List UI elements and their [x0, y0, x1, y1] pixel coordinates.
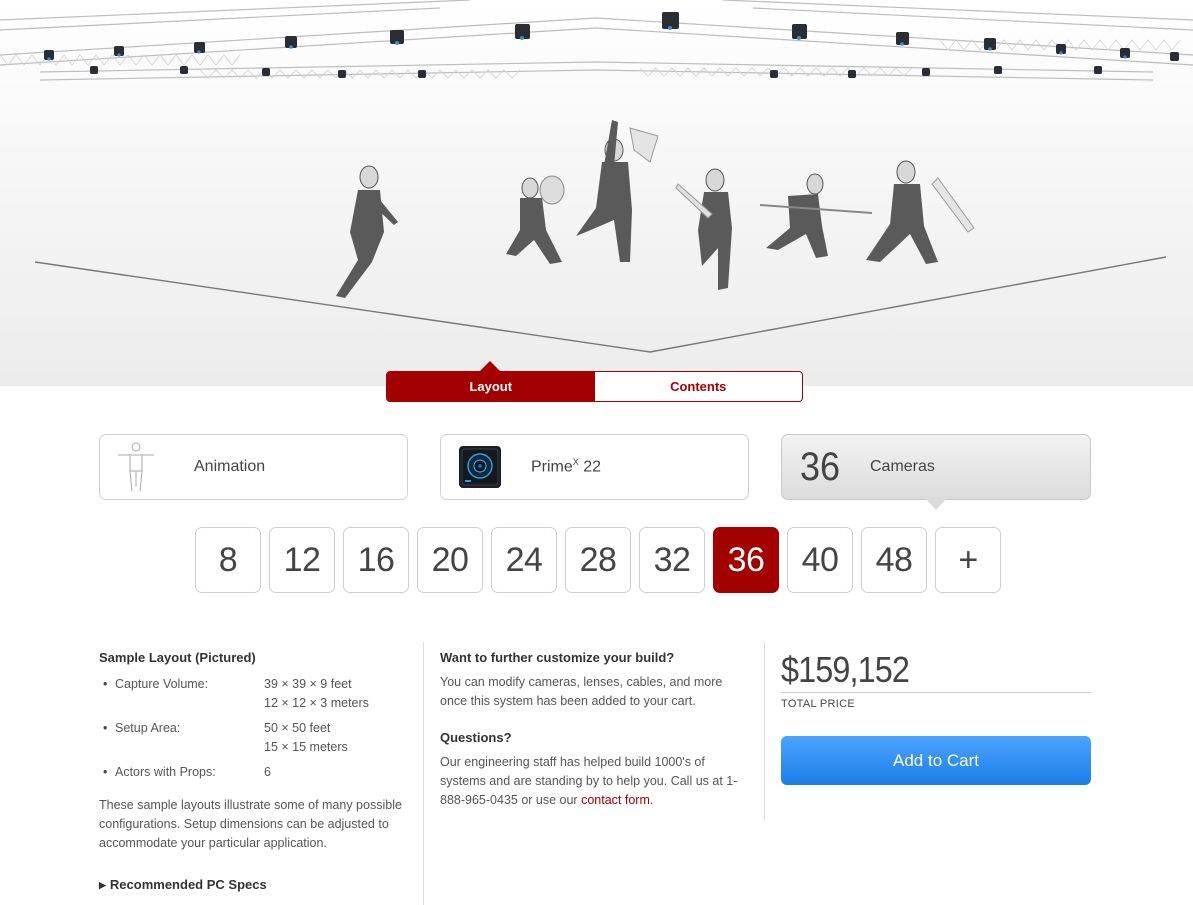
- caret-right-icon: ▶: [99, 880, 106, 890]
- pricing-section: $159,152 TOTAL PRICE Add to Cart: [781, 650, 1091, 785]
- camera-count-option[interactable]: 40: [787, 527, 853, 593]
- customize-title: Want to further customize your build?: [440, 650, 675, 665]
- camera-count-option[interactable]: 16: [343, 527, 409, 593]
- tab-layout[interactable]: Layout: [387, 372, 595, 401]
- primex22-camera-icon: [459, 446, 501, 488]
- count-card-pointer: [926, 499, 946, 510]
- more-cameras-button[interactable]: +: [935, 527, 1001, 593]
- camera-model-label: PrimeX 22: [531, 457, 602, 476]
- camera-count-option[interactable]: 28: [565, 527, 631, 593]
- total-price: $159,152: [781, 649, 910, 690]
- human-figure-icon: [118, 442, 154, 492]
- tab-contents[interactable]: Contents: [595, 372, 803, 401]
- mocap-stage-illustration: [0, 0, 1193, 353]
- total-price-label: TOTAL PRICE: [781, 698, 855, 710]
- bullet: •: [103, 765, 108, 779]
- sample-layout-note: These sample layouts illustrate some of …: [99, 798, 402, 850]
- sample-layout-section: Sample Layout (Pictured) • Capture Volum…: [99, 650, 409, 853]
- camera-count-option[interactable]: 48: [861, 527, 927, 593]
- column-divider: [764, 642, 765, 820]
- camera-count-option[interactable]: 8: [195, 527, 261, 593]
- spec-row: • Actors with Props: 6: [99, 763, 409, 782]
- application-card[interactable]: Animation: [99, 434, 408, 500]
- camera-count-option[interactable]: 36: [713, 527, 779, 593]
- questions-text: Our engineering staff has helped build 1…: [440, 755, 738, 807]
- customize-text: You can modify cameras, lenses, cables, …: [440, 675, 723, 708]
- camera-count-selector: 8 12 16 20 24 28 32 36 40 48 +: [195, 527, 1001, 593]
- application-label: Animation: [194, 458, 266, 475]
- camera-count-option[interactable]: 24: [491, 527, 557, 593]
- spec-row: • Capture Volume: 39 × 39 × 9 feet 12 × 1…: [99, 675, 409, 713]
- spec-key: Actors with Props:: [115, 765, 216, 779]
- camera-model-card[interactable]: PrimeX 22: [440, 434, 749, 500]
- spec-value: 39 × 39 × 9 feet 12 × 12 × 3 meters: [264, 677, 369, 710]
- spec-key: Capture Volume:: [115, 677, 209, 691]
- hero-image: [0, 0, 1193, 386]
- customize-section: Want to further customize your build? Yo…: [440, 650, 750, 810]
- recommended-pc-specs-toggle[interactable]: ▶ Recommended PC Specs: [99, 877, 267, 892]
- camera-count-value: 36: [800, 444, 841, 489]
- bullet: •: [103, 721, 108, 735]
- camera-count-option[interactable]: 20: [417, 527, 483, 593]
- camera-count-option[interactable]: 32: [639, 527, 705, 593]
- sample-layout-title: Sample Layout (Pictured): [99, 650, 256, 665]
- add-to-cart-button[interactable]: Add to Cart: [781, 736, 1091, 785]
- camera-count-card[interactable]: 36 Cameras: [781, 434, 1091, 500]
- view-toggle: Layout Contents: [386, 371, 803, 402]
- camera-count-option[interactable]: 12: [269, 527, 335, 593]
- price-divider: [781, 692, 1091, 693]
- spec-value: 6: [264, 765, 271, 779]
- contact-form-link[interactable]: contact form: [581, 793, 650, 807]
- questions-title: Questions?: [440, 730, 512, 745]
- camera-count-label: Cameras: [870, 458, 935, 475]
- spec-value: 50 × 50 feet 15 × 15 meters: [264, 721, 348, 754]
- toggle-pointer: [480, 361, 500, 371]
- bullet: •: [103, 677, 108, 691]
- column-divider: [423, 642, 424, 905]
- spec-row: • Setup Area: 50 × 50 feet 15 × 15 meters: [99, 719, 409, 757]
- spec-key: Setup Area:: [115, 721, 181, 735]
